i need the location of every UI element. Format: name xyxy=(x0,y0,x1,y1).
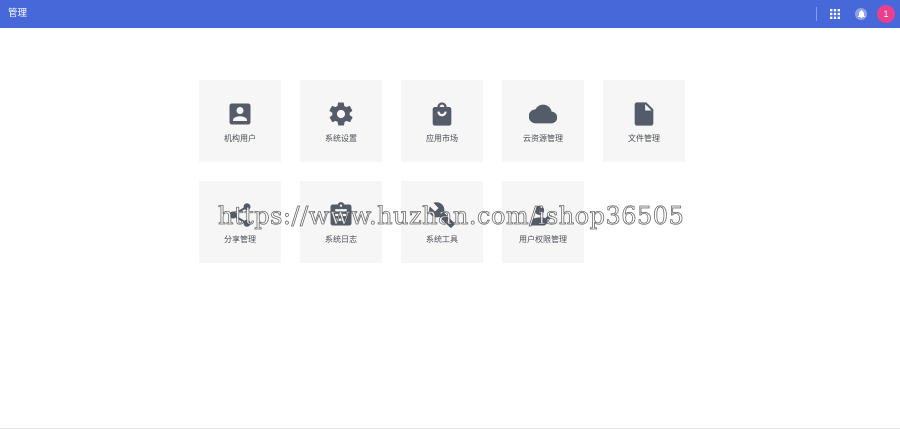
app-root: 管理 1 机构用户 系统设置 应用市场 云资源管理 文件管理 分享管理 系统日志… xyxy=(0,0,900,430)
wrench-icon xyxy=(429,202,455,228)
app-launcher-grid: 机构用户 系统设置 应用市场 云资源管理 文件管理 分享管理 系统日志 系统工具… xyxy=(199,80,685,264)
cloud-icon xyxy=(529,104,557,124)
tile-label: 系统工具 xyxy=(426,235,458,244)
clipboard-icon xyxy=(330,202,352,226)
notification-button[interactable] xyxy=(852,5,870,23)
toolbar-divider xyxy=(816,7,817,21)
top-bar: 管理 1 xyxy=(0,0,900,28)
share-icon xyxy=(229,203,251,227)
tile-system-settings[interactable]: 系统设置 xyxy=(300,80,382,162)
tile-label: 分享管理 xyxy=(224,235,256,244)
bell-icon xyxy=(857,10,865,18)
file-icon xyxy=(634,102,654,126)
gear-icon xyxy=(329,102,353,126)
notification-badge-bg xyxy=(855,8,867,20)
apps-button[interactable] xyxy=(826,5,844,23)
account-box-icon xyxy=(229,103,251,125)
tile-share-management[interactable]: 分享管理 xyxy=(199,181,281,263)
tile-label: 机构用户 xyxy=(224,134,256,143)
tile-system-log[interactable]: 系统日志 xyxy=(300,181,382,263)
tile-label: 文件管理 xyxy=(628,134,660,143)
tile-system-tools[interactable]: 系统工具 xyxy=(401,181,483,263)
tile-cloud-resources[interactable]: 云资源管理 xyxy=(502,80,584,162)
shopping-bag-icon xyxy=(432,102,452,126)
tile-org-users[interactable]: 机构用户 xyxy=(199,80,281,162)
tile-app-market[interactable]: 应用市场 xyxy=(401,80,483,162)
tile-file-management[interactable]: 文件管理 xyxy=(603,80,685,162)
avatar[interactable]: 1 xyxy=(877,5,895,23)
tile-label: 系统日志 xyxy=(325,235,357,244)
page-title: 管理 xyxy=(8,8,28,19)
apps-grid-icon xyxy=(830,9,840,19)
tile-label: 用户权限管理 xyxy=(519,235,567,244)
tile-label: 系统设置 xyxy=(325,134,357,143)
footer-divider xyxy=(0,428,900,429)
tile-label: 应用市场 xyxy=(426,134,458,143)
tile-label: 云资源管理 xyxy=(523,134,563,143)
tile-user-permissions[interactable]: 用户权限管理 xyxy=(502,181,584,263)
user-permission-icon xyxy=(530,205,553,226)
